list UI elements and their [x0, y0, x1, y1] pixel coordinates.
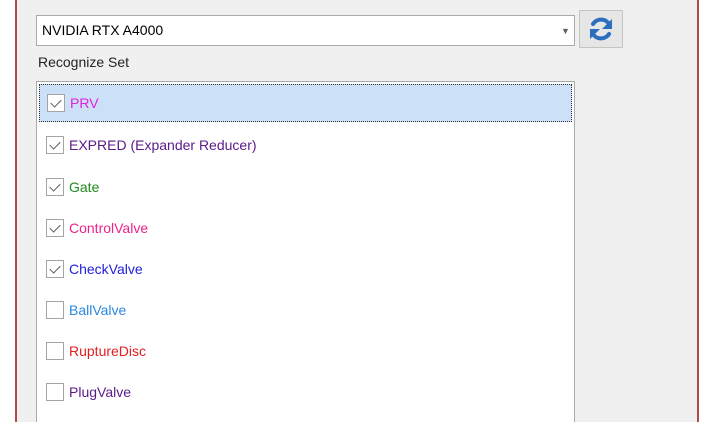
- checkbox[interactable]: [46, 301, 64, 319]
- recognize-item[interactable]: EXPRED (Expander Reducer): [39, 126, 572, 164]
- refresh-button[interactable]: [579, 10, 623, 48]
- refresh-icon: [590, 17, 612, 41]
- checkbox[interactable]: [46, 219, 64, 237]
- recognize-item[interactable]: ControlValve: [39, 209, 572, 247]
- recognize-item[interactable]: RuptureDisc: [39, 332, 572, 370]
- checkbox[interactable]: [46, 342, 64, 360]
- checkmark-icon: [49, 220, 61, 233]
- recognize-item[interactable]: Gate: [39, 168, 572, 206]
- recognize-item-label: PRV: [70, 95, 99, 111]
- gpu-device-dropdown[interactable]: NVIDIA RTX A4000 ▼: [36, 15, 575, 46]
- recognize-item-label: RuptureDisc: [69, 343, 147, 359]
- recognize-item-label: CheckValve: [69, 261, 143, 277]
- recognize-item-label: ControlValve: [69, 220, 149, 236]
- recognize-item-label: Gate: [69, 179, 100, 195]
- settings-panel: NVIDIA RTX A4000 ▼ Recognize Set PRV EXPR…: [15, 0, 699, 422]
- checkmark-icon: [49, 137, 61, 150]
- chevron-down-icon[interactable]: ▼: [557, 16, 574, 45]
- recognize-item[interactable]: PRV: [39, 84, 572, 122]
- recognize-item-label: BallValve: [69, 302, 127, 318]
- checkbox[interactable]: [47, 94, 65, 112]
- checkmark-icon: [49, 261, 61, 274]
- recognize-set-list[interactable]: PRV EXPRED (Expander Reducer) Gate ControlV…: [36, 81, 575, 422]
- gpu-device-value: NVIDIA RTX A4000: [42, 22, 164, 38]
- checkbox[interactable]: [46, 383, 64, 401]
- recognize-item[interactable]: BallValve: [39, 291, 572, 329]
- recognize-item[interactable]: PlugValve: [39, 373, 572, 411]
- recognize-item[interactable]: CheckValve: [39, 250, 572, 288]
- recognize-item-label: PlugValve: [69, 384, 132, 400]
- recognize-item-label: EXPRED (Expander Reducer): [69, 137, 257, 153]
- checkbox[interactable]: [46, 260, 64, 278]
- checkmark-icon: [50, 95, 62, 108]
- checkbox[interactable]: [46, 136, 64, 154]
- checkbox[interactable]: [46, 178, 64, 196]
- recognize-set-label: Recognize Set: [38, 54, 130, 70]
- checkmark-icon: [49, 179, 61, 192]
